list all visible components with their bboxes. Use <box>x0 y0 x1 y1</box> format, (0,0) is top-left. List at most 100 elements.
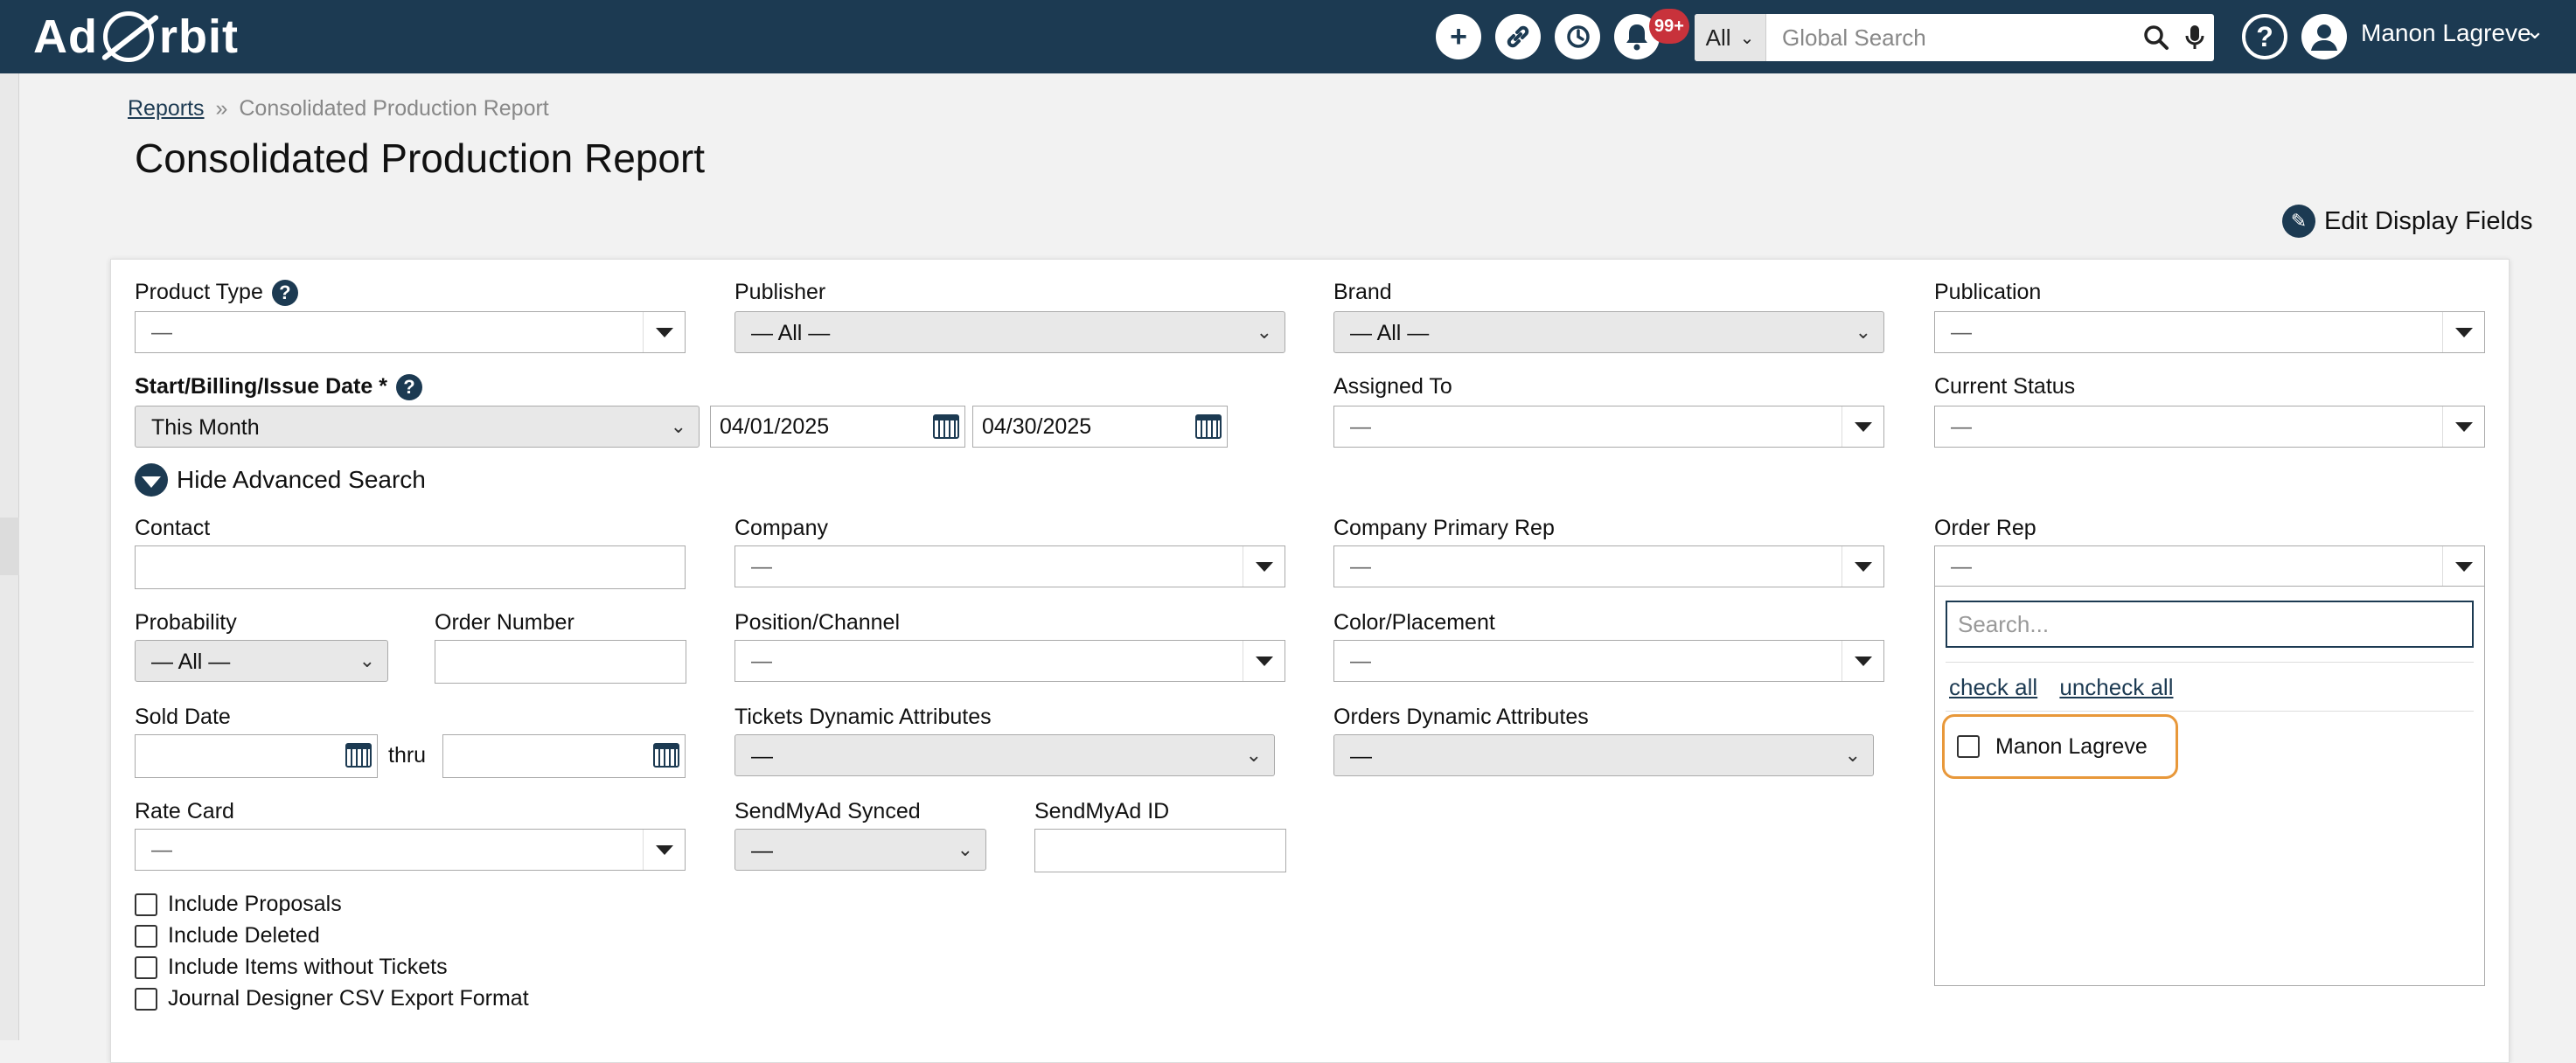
position-channel-combo[interactable]: — <box>735 640 1285 682</box>
chevron-down-icon: ⌄ <box>1844 744 1861 766</box>
order-rep-option-label: Manon Lagreve <box>1995 733 2148 759</box>
assigned-to-label: Assigned To <box>1333 374 1452 399</box>
link-icon[interactable] <box>1495 14 1541 59</box>
dropdown-arrow-icon[interactable] <box>643 312 685 352</box>
search-icon[interactable] <box>2137 14 2176 61</box>
start-date-input[interactable]: 04/01/2025 <box>710 406 965 448</box>
calendar-icon[interactable] <box>653 743 679 768</box>
search-scope-value: All <box>1705 24 1731 51</box>
sendmyad-synced-select[interactable]: — ⌄ <box>735 829 986 871</box>
search-scope-select[interactable]: All ⌄ <box>1695 14 1766 61</box>
breadcrumb-reports-link[interactable]: Reports <box>128 96 205 121</box>
user-avatar-icon[interactable] <box>2301 14 2347 59</box>
help-icon[interactable]: ? <box>2242 14 2287 59</box>
user-name[interactable]: Manon Lagreve <box>2361 19 2531 47</box>
company-combo[interactable]: — <box>735 545 1285 587</box>
color-placement-combo[interactable]: — <box>1333 640 1884 682</box>
calendar-icon[interactable] <box>933 414 959 439</box>
company-label: Company <box>735 516 828 540</box>
sold-date-label: Sold Date <box>135 705 231 729</box>
calendar-icon[interactable] <box>345 743 372 768</box>
dropdown-arrow-icon[interactable] <box>1841 546 1883 587</box>
dropdown-arrow-icon[interactable] <box>2442 546 2484 587</box>
tickets-dynamic-attributes-select[interactable]: — ⌄ <box>735 734 1275 776</box>
top-navigation-bar: Ad rbit + 99+ All ⌄ ? Manon Lagreve ⌄ <box>0 0 2576 73</box>
product-type-combo[interactable]: — <box>135 311 686 353</box>
publisher-select[interactable]: — All — ⌄ <box>735 311 1285 353</box>
rate-card-combo[interactable]: — <box>135 829 686 871</box>
include-proposals-checkbox[interactable]: Include Proposals <box>135 892 342 917</box>
help-icon[interactable]: ? <box>395 374 422 401</box>
microphone-icon[interactable] <box>2176 14 2214 61</box>
check-all-link[interactable]: check all <box>1949 674 2037 700</box>
dropdown-arrow-icon[interactable] <box>1841 406 1883 447</box>
brand-select[interactable]: — All — ⌄ <box>1333 311 1884 353</box>
journal-designer-csv-checkbox[interactable]: Journal Designer CSV Export Format <box>135 986 529 1011</box>
chevron-down-icon: ⌄ <box>957 838 973 860</box>
current-status-label: Current Status <box>1934 374 2076 399</box>
order-rep-label: Order Rep <box>1934 516 2036 540</box>
uncheck-all-link[interactable]: uncheck all <box>2059 674 2173 700</box>
calendar-icon[interactable] <box>1195 414 1222 439</box>
product-type-label: Product Type? <box>135 280 298 307</box>
color-placement-label: Color/Placement <box>1333 610 1495 635</box>
hide-advanced-search-label: Hide Advanced Search <box>177 466 426 493</box>
end-date-input[interactable]: 04/30/2025 <box>972 406 1228 448</box>
collapse-arrow-icon <box>135 463 168 497</box>
breadcrumb: Reports » Consolidated Production Report <box>128 96 549 122</box>
order-number-label: Order Number <box>435 610 574 635</box>
thru-label: thru <box>388 743 427 768</box>
add-icon[interactable]: + <box>1436 14 1481 59</box>
probability-label: Probability <box>135 610 237 635</box>
chevron-down-icon: ⌄ <box>1855 321 1871 343</box>
include-deleted-checkbox[interactable]: Include Deleted <box>135 923 320 948</box>
chevron-down-icon: ⌄ <box>359 650 375 671</box>
divider <box>1946 711 2474 712</box>
order-rep-dropdown-panel: check all uncheck all Manon Lagreve <box>1934 586 2485 986</box>
orders-dynamic-attributes-select[interactable]: — ⌄ <box>1333 734 1874 776</box>
orbit-logo-icon <box>102 11 154 62</box>
hide-advanced-search-toggle[interactable]: Hide Advanced Search <box>135 463 426 497</box>
user-menu-chevron-icon[interactable]: ⌄ <box>2525 17 2545 45</box>
publisher-label: Publisher <box>735 280 826 304</box>
brand-label: Brand <box>1333 280 1392 304</box>
include-items-without-tickets-checkbox[interactable]: Include Items without Tickets <box>135 955 448 980</box>
dropdown-arrow-icon[interactable] <box>2442 406 2484 447</box>
position-channel-label: Position/Channel <box>735 610 901 635</box>
dropdown-arrow-icon[interactable] <box>2442 312 2484 352</box>
sendmyad-id-input[interactable] <box>1034 829 1286 872</box>
dropdown-arrow-icon[interactable] <box>1841 641 1883 681</box>
contact-input[interactable] <box>135 545 686 589</box>
dropdown-arrow-icon[interactable] <box>643 830 685 870</box>
history-icon[interactable] <box>1555 14 1600 59</box>
dropdown-arrow-icon[interactable] <box>1243 641 1285 681</box>
order-rep-option-checkbox[interactable]: Manon Lagreve <box>1942 714 2178 779</box>
publication-combo[interactable]: — <box>1934 311 2485 353</box>
order-rep-search-input[interactable] <box>1946 601 2474 648</box>
left-edge-strip <box>0 73 19 1040</box>
edit-display-fields-button[interactable]: ✎ Edit Display Fields <box>2282 205 2533 238</box>
dropdown-arrow-icon[interactable] <box>1243 546 1285 587</box>
help-icon[interactable]: ? <box>271 280 298 307</box>
chevron-down-icon: ⌄ <box>670 415 686 437</box>
page-title: Consolidated Production Report <box>135 135 706 181</box>
sold-date-to-input[interactable] <box>442 734 686 778</box>
pencil-icon: ✎ <box>2282 205 2315 238</box>
assigned-to-combo[interactable]: — <box>1333 406 1884 448</box>
global-search: All ⌄ <box>1695 14 2214 61</box>
adorbit-logo[interactable]: Ad rbit <box>33 5 239 68</box>
global-search-input[interactable] <box>1766 14 2137 61</box>
orders-dynamic-attributes-label: Orders Dynamic Attributes <box>1333 705 1589 729</box>
date-range-select[interactable]: This Month ⌄ <box>135 406 700 448</box>
publication-label: Publication <box>1934 280 2042 304</box>
order-rep-combo[interactable]: — <box>1934 545 2485 587</box>
current-status-combo[interactable]: — <box>1934 406 2485 448</box>
breadcrumb-current: Consolidated Production Report <box>239 96 549 121</box>
sold-date-from-input[interactable] <box>135 734 378 778</box>
left-edge-tab[interactable] <box>0 518 19 575</box>
probability-select[interactable]: — All — ⌄ <box>135 640 388 682</box>
checkbox-icon <box>1957 735 1980 758</box>
rate-card-label: Rate Card <box>135 799 234 823</box>
order-number-input[interactable] <box>435 640 686 684</box>
company-primary-rep-combo[interactable]: — <box>1333 545 1884 587</box>
